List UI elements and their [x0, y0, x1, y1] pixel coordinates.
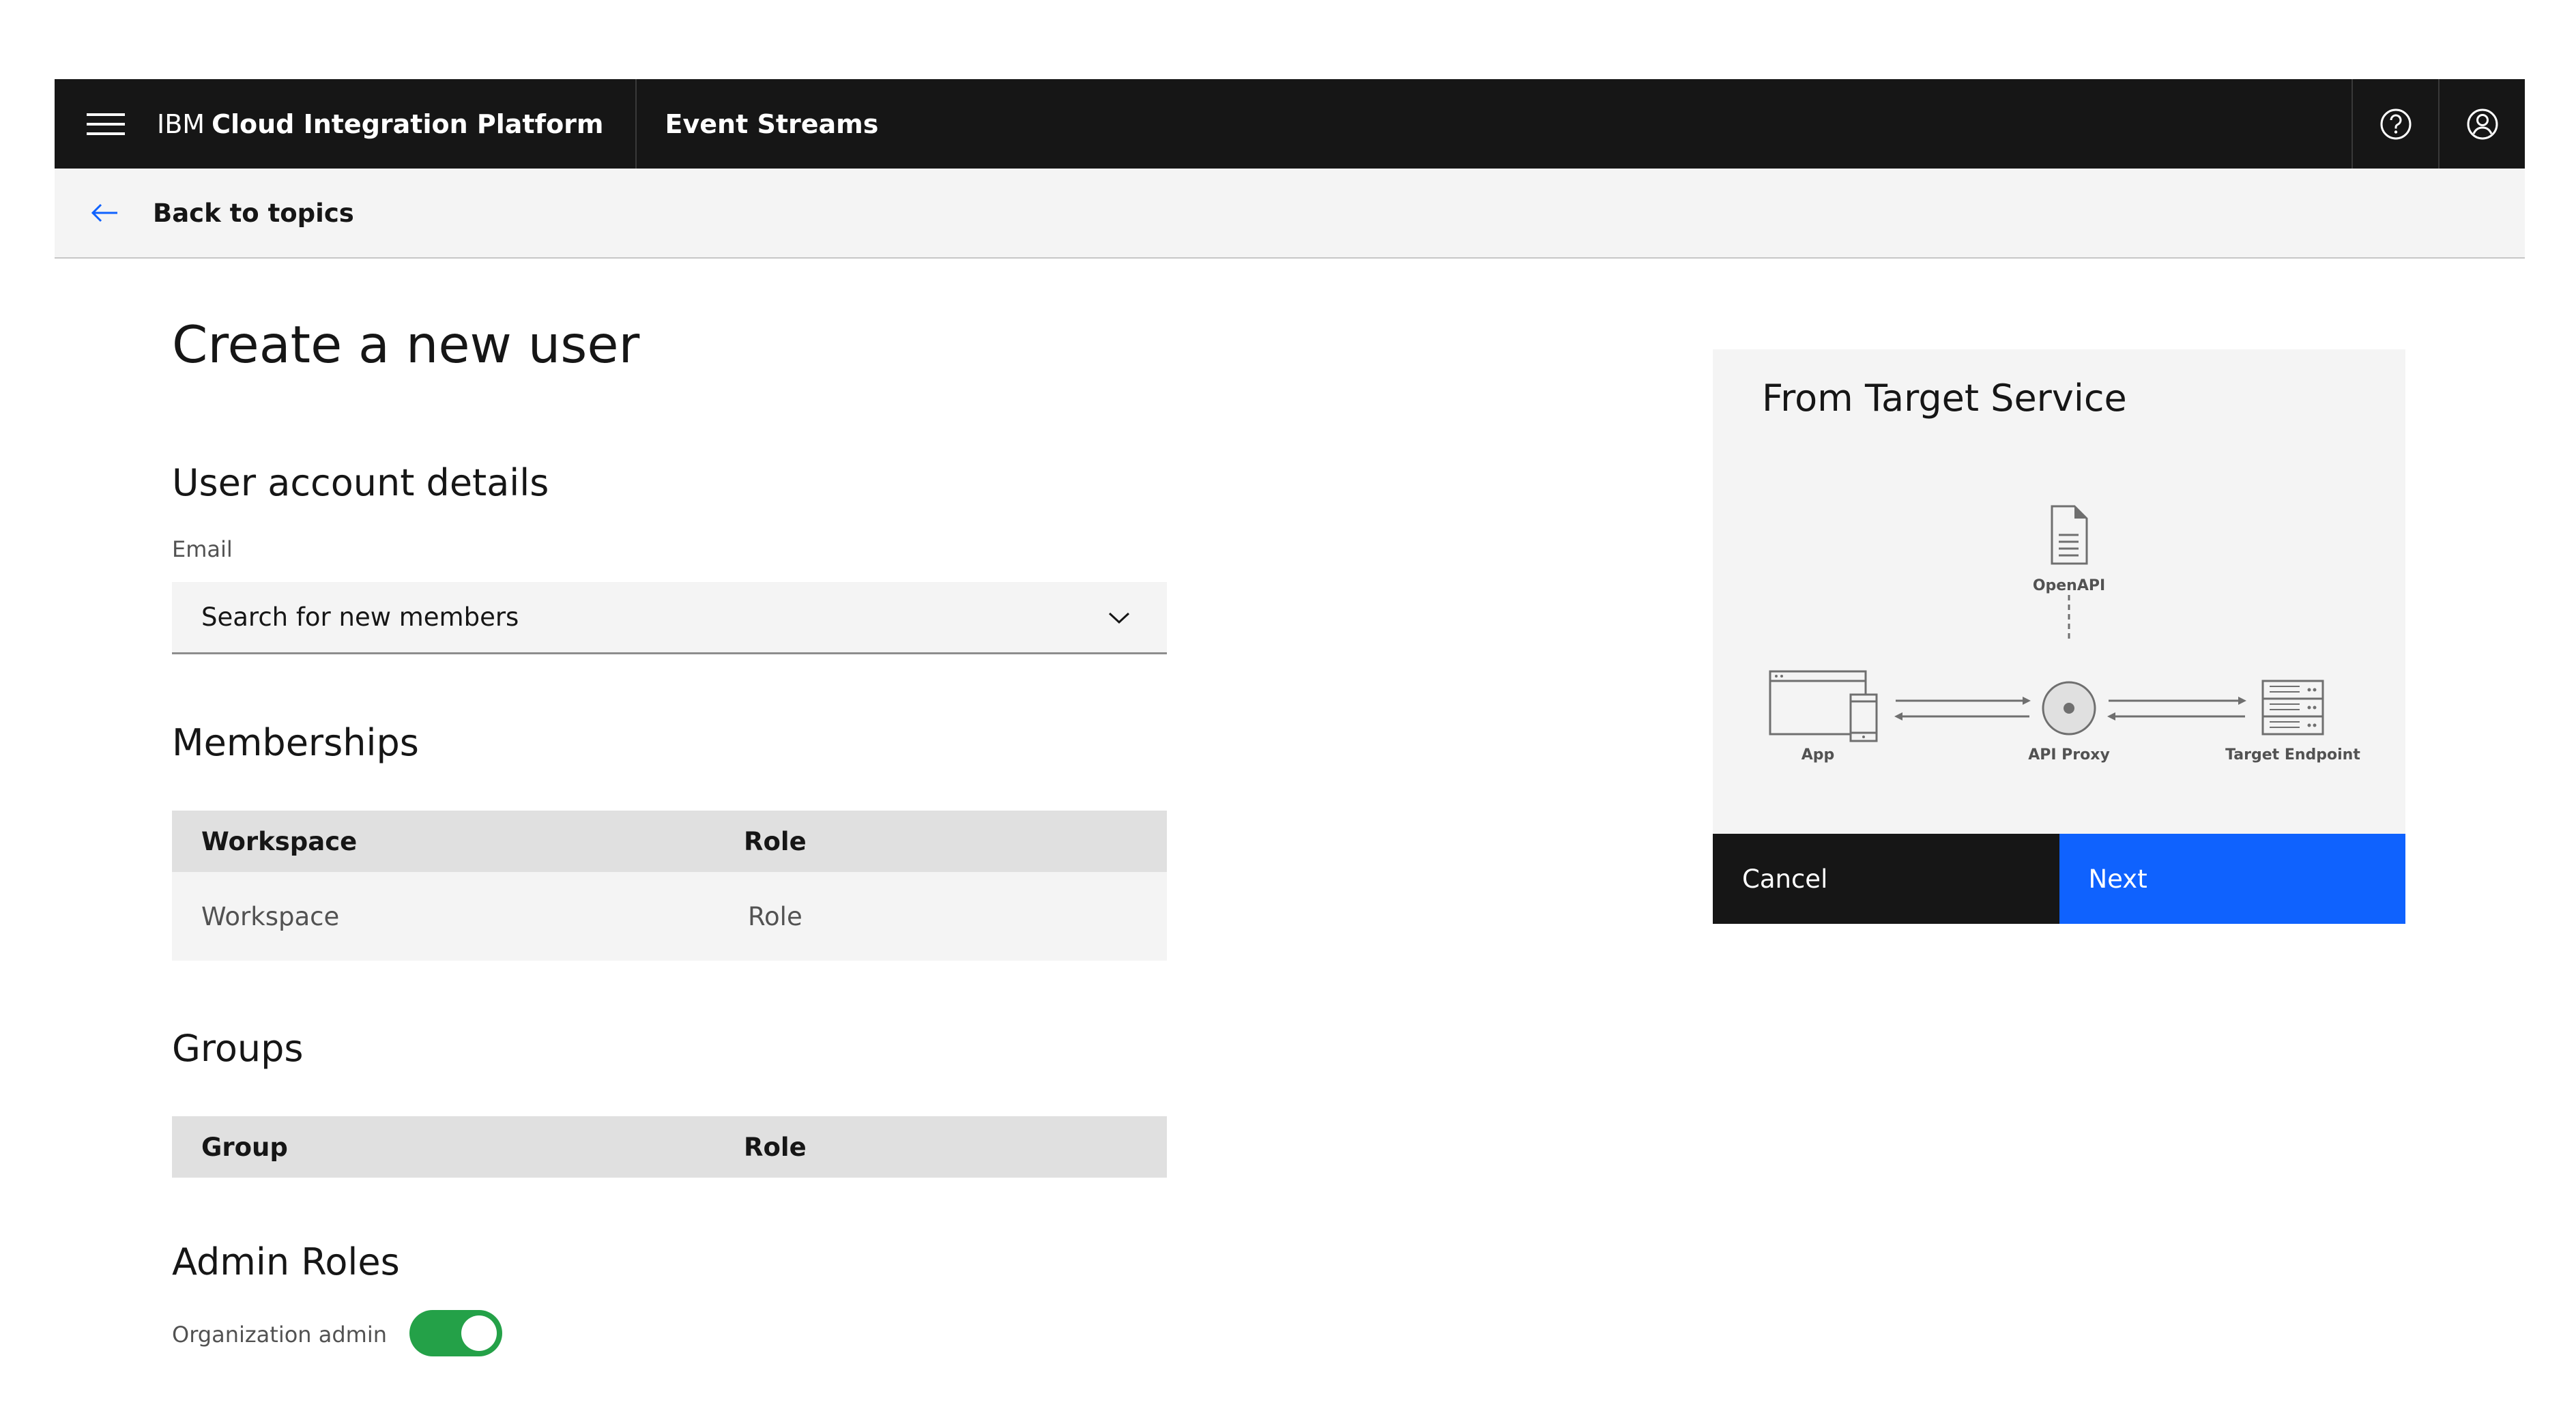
- email-search-placeholder: Search for new members: [201, 602, 519, 632]
- api-proxy-label: API Proxy: [2028, 746, 2110, 763]
- column-header-workspace[interactable]: Workspace: [172, 827, 744, 856]
- column-header-role[interactable]: Role: [744, 1133, 1167, 1162]
- admin-roles-heading: Admin Roles: [172, 1240, 400, 1283]
- organization-admin-label: Organization admin: [172, 1322, 388, 1348]
- platform-brand[interactable]: IBM Cloud Integration Platform: [157, 79, 637, 169]
- chevron-down-icon[interactable]: [1099, 604, 1140, 631]
- memberships-heading: Memberships: [172, 721, 419, 764]
- back-arrow-icon[interactable]: [90, 199, 132, 227]
- brand-name: Cloud Integration Platform: [212, 108, 604, 139]
- card-body: From Target Service OpenAPI App API Prox…: [1713, 349, 2405, 834]
- user-account-details-heading: User account details: [172, 461, 549, 504]
- cancel-button[interactable]: Cancel: [1713, 834, 2059, 924]
- product-name[interactable]: Event Streams: [637, 109, 879, 139]
- app-icon: [1769, 670, 1878, 742]
- help-icon: [2380, 108, 2411, 139]
- groups-heading: Groups: [172, 1027, 304, 1070]
- card-footer: Cancel Next: [1713, 834, 2405, 924]
- back-bar: Back to topics: [55, 169, 2525, 259]
- openapi-label: OpenAPI: [2032, 577, 2106, 594]
- target-endpoint-label: Target Endpoint: [2225, 746, 2360, 763]
- column-header-role[interactable]: Role: [744, 827, 1167, 856]
- api-proxy-icon: [2042, 681, 2096, 736]
- card-title: From Target Service: [1762, 377, 2127, 420]
- next-button[interactable]: Next: [2059, 834, 2405, 924]
- top-header: IBM Cloud Integration Platform Event Str…: [55, 79, 2525, 169]
- app-label: App: [1801, 746, 1835, 763]
- table-row[interactable]: Workspace Role: [172, 872, 1167, 961]
- email-label: Email: [172, 536, 233, 562]
- groups-table-header: Group Role: [172, 1116, 1167, 1178]
- user-icon: [2467, 108, 2498, 139]
- user-button[interactable]: [2438, 79, 2525, 169]
- menu-button[interactable]: [55, 79, 157, 169]
- email-search-select[interactable]: Search for new members: [172, 582, 1167, 654]
- api-proxy-diagram: OpenAPI App API Proxy Target Endpoint: [1761, 493, 2361, 779]
- help-button[interactable]: [2351, 79, 2438, 169]
- column-header-group[interactable]: Group: [172, 1133, 744, 1162]
- memberships-table-header: Workspace Role: [172, 811, 1167, 872]
- toggle-knob: [461, 1315, 497, 1351]
- role-cell: Role: [748, 901, 802, 931]
- diagram-graphic: [1769, 505, 2324, 742]
- brand-prefix: IBM: [157, 108, 205, 139]
- workspace-cell: Workspace: [201, 901, 340, 931]
- menu-icon: [87, 113, 125, 135]
- server-icon: [2261, 680, 2324, 736]
- target-service-card: From Target Service OpenAPI App API Prox…: [1713, 349, 2405, 924]
- memberships-table: Workspace Role Workspace Role: [172, 811, 1167, 961]
- page-title: Create a new user: [172, 315, 640, 375]
- back-to-topics-link[interactable]: Back to topics: [153, 199, 354, 228]
- groups-table: Group Role: [172, 1116, 1167, 1178]
- document-icon: [2051, 505, 2088, 565]
- organization-admin-toggle[interactable]: [409, 1310, 502, 1356]
